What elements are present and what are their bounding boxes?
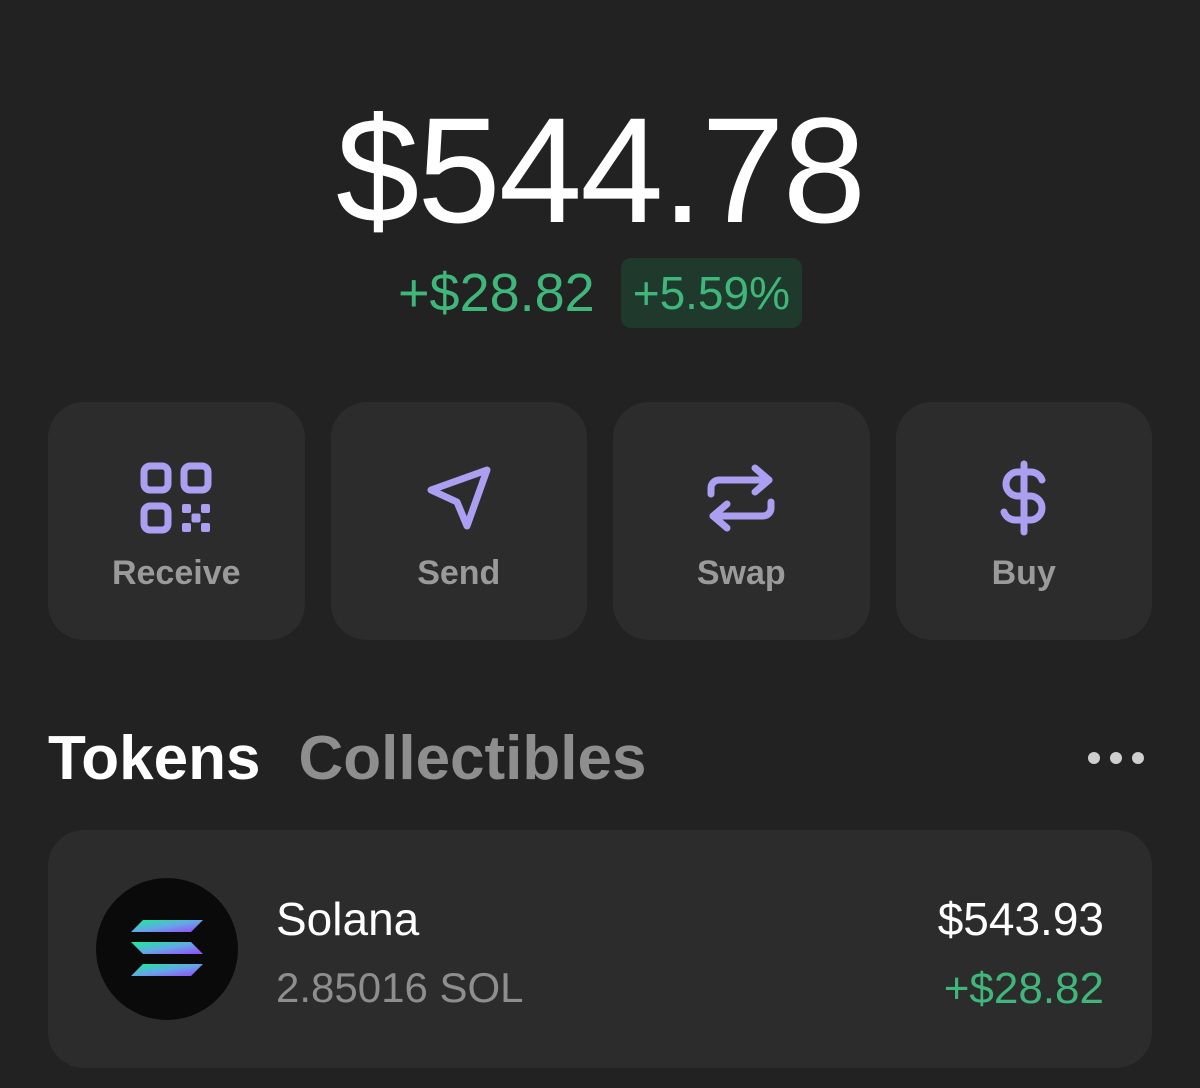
send-label: Send	[417, 553, 501, 592]
solana-logo-icon	[96, 878, 238, 1020]
total-balance: $544.78	[335, 86, 866, 254]
token-name: Solana	[276, 893, 420, 945]
receive-button[interactable]: Receive	[48, 402, 305, 640]
receive-label: Receive	[111, 553, 241, 592]
wallet-screen: $544.78 +$28.82 +5.59% Receive Send Swap…	[0, 0, 1200, 1088]
balance-change-amount: +$28.82	[398, 263, 595, 323]
more-options-icon[interactable]	[1088, 752, 1152, 764]
token-change: +$28.82	[943, 964, 1104, 1013]
dollar-icon	[986, 460, 1062, 536]
token-value: $543.93	[937, 893, 1104, 945]
tab-collectibles[interactable]: Collectibles	[298, 723, 646, 794]
buy-label: Buy	[991, 553, 1056, 592]
action-buttons: Receive Send Swap Buy	[48, 402, 1152, 640]
swap-label: Swap	[696, 553, 786, 592]
swap-icon	[703, 460, 779, 536]
send-button[interactable]: Send	[330, 402, 587, 640]
balance-change-row: +$28.82 +5.59%	[0, 258, 1200, 328]
more-dot	[1110, 752, 1122, 764]
balance-change-percent-badge: +5.59%	[620, 258, 802, 328]
more-dot	[1132, 752, 1144, 764]
send-icon	[421, 460, 497, 536]
token-amount: 2.85016 SOL	[276, 964, 524, 1011]
more-dot	[1088, 752, 1100, 764]
buy-button[interactable]: Buy	[895, 402, 1152, 640]
token-row-solana[interactable]: Solana 2.85016 SOL $543.93 +$28.82	[48, 830, 1152, 1068]
swap-button[interactable]: Swap	[613, 402, 870, 640]
tab-tokens[interactable]: Tokens	[48, 723, 260, 794]
asset-tabs: Tokens Collectibles	[48, 718, 1152, 798]
qr-code-icon	[138, 460, 214, 536]
